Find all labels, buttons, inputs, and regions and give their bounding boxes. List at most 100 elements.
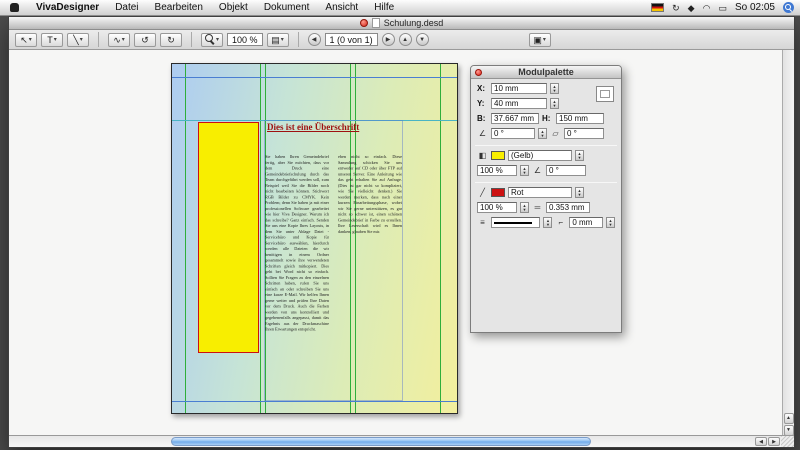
column-guide [260, 64, 261, 413]
stroke-color-dropdown[interactable]: ▲ ▼ [575, 187, 584, 198]
path-tool-button[interactable]: ∿ ▾ [108, 32, 130, 47]
stroke-pen-icon: ╱ [480, 188, 485, 197]
menu-hilfe[interactable]: Hilfe [366, 0, 402, 16]
menu-objekt[interactable]: Objekt [211, 0, 256, 16]
page-view-button[interactable]: ▤ ▾ [266, 32, 289, 47]
page-heading[interactable]: Dies ist eine Überschrift [267, 122, 447, 132]
line-style-select[interactable] [490, 217, 541, 228]
line-end-dropdown[interactable]: ▲ ▼ [606, 217, 615, 228]
menu-datei[interactable]: Datei [107, 0, 146, 16]
menu-vivadesigner[interactable]: VivaDesigner [28, 0, 107, 16]
rotate-cw-icon: ↻ [167, 34, 175, 45]
stroke-opacity-dropdown[interactable]: ▲ ▼ [520, 202, 529, 213]
last-page-button[interactable]: ▼ [415, 33, 429, 46]
text-tool-button[interactable]: T ▾ [41, 32, 63, 47]
width-field[interactable]: 37.667 mm [491, 113, 539, 124]
horizontal-scrollbar[interactable]: ◀ ▶ [9, 435, 794, 447]
margin-guide [172, 77, 457, 78]
stroke-color-select[interactable]: Rot [508, 187, 572, 198]
fill-color-dropdown[interactable]: ▲ ▼ [575, 150, 584, 161]
width-label: B: [477, 114, 486, 123]
rotate-cw-button[interactable]: ↻ [160, 32, 182, 47]
x-label: X: [477, 84, 485, 93]
window-resize-grip[interactable] [781, 436, 794, 447]
y-position-field[interactable]: 40 mm [491, 98, 547, 109]
scroll-left-button[interactable]: ◀ [755, 437, 767, 446]
skew-icon: ▱ [552, 129, 559, 138]
chevron-down-icon: ▾ [121, 37, 125, 43]
text-column-2[interactable]: eben nicht so einfach. Diese Sammlung sc… [338, 154, 402, 401]
window-titlebar[interactable]: Schulung.desd [9, 17, 794, 30]
wifi-icon[interactable]: ◠ [703, 0, 711, 16]
y-label: Y: [477, 99, 485, 108]
text-column-1[interactable]: Sie haben Ihren Gemeindebrief fertig, ab… [265, 154, 329, 401]
stroke-color-swatch[interactable] [491, 188, 505, 197]
fill-opacity-select[interactable]: 100 % [477, 165, 517, 176]
column-guide [185, 64, 186, 413]
document-proxy-icon[interactable] [371, 18, 380, 28]
page-up-icon: ▲ [402, 36, 409, 43]
height-field[interactable]: 150 mm [556, 113, 604, 124]
sync-icon[interactable]: ↻ [672, 0, 680, 16]
rotate-ccw-button[interactable]: ↺ [134, 32, 156, 47]
zoom-tool-button[interactable]: ▾ [201, 32, 224, 47]
chevron-down-icon: ▾ [280, 37, 284, 43]
scroll-up-button[interactable]: ▲ [783, 413, 794, 424]
menu-ansicht[interactable]: Ansicht [317, 0, 366, 16]
next-page-button[interactable]: ▶ [381, 33, 395, 46]
rotation-field[interactable]: 0 ° [491, 128, 535, 139]
menu-dokument[interactable]: Dokument [256, 0, 318, 16]
palette-close-button[interactable] [475, 69, 482, 76]
fill-color-swatch[interactable] [491, 151, 505, 160]
document-page: Dies ist eine Überschrift Sie haben Ihre… [171, 63, 458, 414]
stroke-width-field[interactable]: 0.353 mm [546, 202, 590, 213]
first-page-button[interactable]: ▲ [398, 33, 412, 46]
palette-titlebar[interactable]: Modulpalette [471, 66, 621, 79]
input-language-flag-icon[interactable] [651, 3, 665, 12]
magnifier-icon [205, 34, 215, 45]
palette-separator [475, 145, 617, 146]
layers-button[interactable]: ▣ ▾ [528, 32, 551, 47]
previous-page-button[interactable]: ◀ [307, 33, 321, 46]
selection-tool-button[interactable]: ↖ ▾ [15, 32, 37, 47]
zoom-level-field[interactable]: 100 % [227, 33, 263, 46]
rotation-angle-icon: ∠ [478, 129, 487, 138]
line-style-dropdown[interactable]: ▲ ▼ [543, 217, 553, 228]
stroke-opacity-select[interactable]: 100 % [477, 202, 517, 213]
chevron-down-icon: ▾ [79, 37, 83, 43]
battery-icon[interactable]: ▭ [718, 0, 727, 16]
chevron-down-icon: ▾ [216, 37, 220, 43]
spotlight-icon[interactable] [783, 2, 794, 13]
fill-icon: ◧ [478, 151, 487, 160]
origin-selector[interactable] [596, 86, 614, 102]
menu-bar: VivaDesigner Datei Bearbeiten Objekt Dok… [0, 0, 800, 16]
page-down-icon: ▼ [419, 36, 426, 43]
selected-rectangle-object[interactable] [198, 122, 259, 353]
rotation-stepper[interactable]: ▲ ▼ [538, 128, 547, 139]
layers-icon: ▣ [533, 34, 542, 45]
line-tool-button[interactable]: ╲ ▾ [67, 32, 89, 47]
apple-menu-icon[interactable] [10, 3, 19, 12]
toolbar-separator [191, 32, 192, 47]
x-stepper[interactable]: ▲ ▼ [550, 83, 559, 94]
menu-clock[interactable]: So 02:05 [735, 2, 775, 13]
menu-bearbeiten[interactable]: Bearbeiten [147, 0, 211, 16]
vertical-scrollbar[interactable]: ▲ ▼ [782, 50, 794, 437]
skew-field[interactable]: 0 ° [564, 128, 604, 139]
y-stepper[interactable]: ▲ ▼ [550, 98, 559, 109]
fill-color-select[interactable]: (Gelb) [508, 150, 572, 161]
scroll-right-button[interactable]: ▶ [768, 437, 780, 446]
path-tool-icon: ∿ [113, 34, 121, 45]
vertical-scroll-arrows: ▲ ▼ [783, 413, 794, 437]
column-guide [440, 64, 441, 413]
selection-tool-icon: ↖ [20, 34, 28, 45]
line-end-field[interactable]: 0 mm [569, 217, 604, 228]
horizontal-scroll-thumb[interactable] [171, 437, 591, 446]
close-button[interactable] [359, 19, 368, 27]
fill-opacity-dropdown[interactable]: ▲ ▼ [520, 165, 529, 176]
line-width-icon: ═ [534, 203, 541, 212]
page-navigation-field[interactable]: 1 (0 von 1) [324, 33, 378, 46]
bluetooth-icon[interactable]: ◆ [688, 0, 695, 16]
x-position-field[interactable]: 10 mm [491, 83, 547, 94]
gradient-angle-field[interactable]: 0 ° [546, 165, 586, 176]
